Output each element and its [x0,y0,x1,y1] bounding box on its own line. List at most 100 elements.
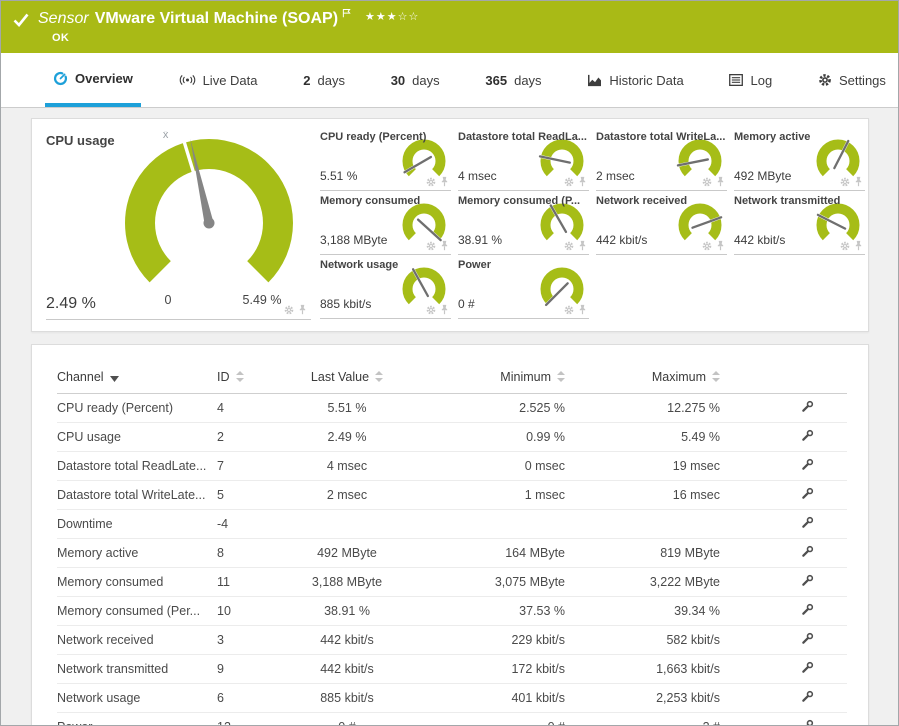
edit-channel-wrench-icon[interactable] [801,661,814,674]
tab-number: 2 [303,72,311,88]
gauge-tile-power[interactable]: Power 0 # [458,257,589,319]
live-icon [179,74,196,86]
cell-channel: Memory consumed (Per... [57,596,217,626]
edit-channel-wrench-icon[interactable] [801,545,814,558]
tab-overview[interactable]: Overview [45,53,141,107]
gauge-min-label: 0 [164,293,172,307]
cell-maximum: 2,253 kbit/s [565,683,720,713]
priority-star[interactable]: ★ [365,11,376,23]
column-header-channel[interactable]: Channel [57,361,217,394]
priority-star[interactable]: ★ [387,11,398,23]
tab-2-days[interactable]: 2 days [295,53,353,107]
sort-toggle-icon [557,371,565,382]
gauge-tile-datastore-total-readla[interactable]: Datastore total ReadLa... 4 msec [458,129,589,191]
gauge-title: Memory active [734,131,811,143]
table-header-row: Channel ID Last Value Minimum Maximum [57,361,847,394]
cell-minimum: 229 kbit/s [417,625,565,655]
tab-365-days[interactable]: 365 days [477,53,549,107]
table-row-downtime: Downtime -4 [57,509,847,539]
gauge-value: 442 kbit/s [734,233,786,247]
cell-channel: Network transmitted [57,654,217,684]
column-label: Channel [57,370,104,384]
tab-log[interactable]: Log [721,53,780,107]
gauge-title: Datastore total ReadLa... [458,131,587,143]
tab-label: Log [750,72,773,88]
cell-last-value: 2 msec [277,480,417,510]
gauge-value: 2.49 % [46,295,96,312]
cell-id: 4 [217,393,277,423]
priority-stars[interactable]: ★★★☆☆ [365,10,419,24]
cell-maximum: 2 # [565,712,720,725]
cell-maximum: 16 msec [565,480,720,510]
cell-channel: Network usage [57,683,217,713]
tab-number: 365 [485,72,508,88]
tab-settings[interactable]: Settings [810,53,894,107]
gauge-tile-memory-consumed-p[interactable]: Memory consumed (P... 38.91 % [458,193,589,255]
cell-minimum: 2.525 % [417,393,565,423]
cell-last-value: 442 kbit/s [277,654,417,684]
cell-id: -4 [217,509,277,539]
edit-channel-wrench-icon[interactable] [801,458,814,471]
app-window: Sensor VMware Virtual Machine (SOAP) ★★★… [0,0,899,726]
gauge-tile-datastore-total-writela[interactable]: Datastore total WriteLa... 2 msec [596,129,727,191]
pin-icon[interactable] [298,304,307,315]
edit-channel-wrench-icon[interactable] [801,632,814,645]
table-row-datastore-total-readlate: Datastore total ReadLate... 7 4 msec 0 msec… [57,451,847,481]
gauge-value: 38.91 % [458,233,503,247]
tab-historic-data[interactable]: Historic Data [579,53,691,107]
priority-star[interactable]: ☆ [398,11,409,23]
tab-live-data[interactable]: Live Data [171,53,266,107]
small-gauges-grid: CPU ready (Percent) 5.51 % Datastore total… [320,129,865,321]
column-header-id[interactable]: ID [217,361,277,394]
sort-toggle-icon [235,371,244,382]
cell-maximum [565,509,720,539]
tab-30-days[interactable]: 30 days [383,53,448,107]
gauge-tile-network-received[interactable]: Network received 442 kbit/s [596,193,727,255]
column-header-last-value[interactable]: Last Value [277,361,417,394]
edit-channel-wrench-icon[interactable] [801,487,814,500]
tab-label: Settings [838,72,886,88]
edit-channel-wrench-icon[interactable] [801,603,814,616]
cell-id: 10 [217,596,277,626]
column-header-minimum[interactable]: Minimum [417,361,565,394]
table-row-network-transmitted: Network transmitted 9 442 kbit/s 172 kbit/s… [57,654,847,684]
priority-star[interactable]: ☆ [409,11,420,23]
edit-channel-wrench-icon[interactable] [801,516,814,529]
cell-maximum: 19 msec [565,451,720,481]
priority-star[interactable]: ★ [376,11,387,23]
status-ok-check-icon [13,13,29,27]
gauge-tile-network-usage[interactable]: Network usage 885 kbit/s [320,257,451,319]
edit-channel-wrench-icon[interactable] [801,690,814,703]
gauge-tile-cpu-ready-percent[interactable]: CPU ready (Percent) 5.51 % [320,129,451,191]
gauge-title: CPU ready (Percent) [320,131,427,143]
cell-minimum: 172 kbit/s [417,654,565,684]
gauge-tile-memory-active[interactable]: Memory active 492 MByte [734,129,865,191]
gauge-tile-memory-consumed[interactable]: Memory consumed 3,188 MByte [320,193,451,255]
cell-id: 6 [217,683,277,713]
column-header-maximum[interactable]: Maximum [565,361,720,394]
sort-toggle-icon [375,371,384,382]
gauge-tile-cpu-usage[interactable]: CPU usage x̄ 0 5.49 % 2.49 % [46,129,311,320]
table-row-network-received: Network received 3 442 kbit/s 229 kbit/s 582… [57,625,847,655]
edit-channel-wrench-icon[interactable] [801,719,814,725]
edit-channel-wrench-icon[interactable] [801,574,814,587]
cell-maximum: 582 kbit/s [565,625,720,655]
cell-last-value: 442 kbit/s [277,625,417,655]
sort-desc-icon [109,376,119,382]
tab-label: days [412,72,440,88]
column-label: Minimum [500,370,551,384]
gauge-value: 2 msec [596,169,635,183]
content-area: CPU usage x̄ 0 5.49 % 2.49 % CPU ready (… [1,108,898,725]
gauge-title: Datastore total WriteLa... [596,131,726,143]
edit-channel-wrench-icon[interactable] [801,429,814,442]
tab-label: days [317,72,345,88]
cell-last-value: 38.91 % [277,596,417,626]
sensor-kind-label: Sensor [38,10,89,27]
gauge-value: 5.51 % [320,169,358,183]
gauge-tile-network-transmitted[interactable]: Network transmitted 442 kbit/s [734,193,865,255]
cell-last-value: 492 MByte [277,538,417,568]
cell-minimum: 164 MByte [417,538,565,568]
cell-id: 8 [217,538,277,568]
edit-channel-wrench-icon[interactable] [801,400,814,413]
gear-icon[interactable] [284,305,294,315]
